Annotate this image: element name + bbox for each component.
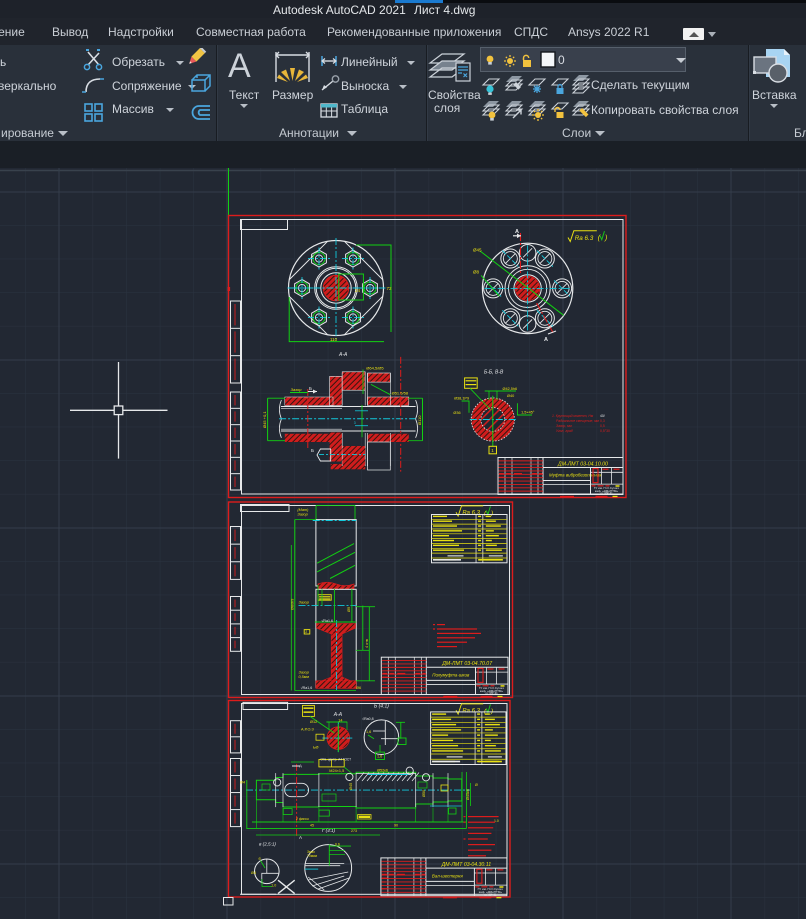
svg-text:1,6: 1,6 — [377, 755, 382, 759]
svg-text:Отв. центр. А4 ГОСТ: Отв. центр. А4 ГОСТ — [320, 757, 351, 761]
svg-text:Радиальное смещение, мм: Радиальное смещение, мм — [556, 419, 600, 423]
svg-text:Ø: Ø — [475, 783, 478, 787]
svg-text:72: 72 — [387, 286, 393, 291]
svg-text:Г (4:1): Г (4:1) — [322, 828, 336, 833]
svg-text:ДМ-ЛМТ 03-04.30.11: ДМ-ЛМТ 03-04.30.11 — [441, 862, 492, 868]
svg-text:24: 24 — [355, 288, 361, 293]
svg-text:1,5×45°: 1,5×45° — [521, 411, 535, 415]
svg-text:1. Крутящий момент, Нм: 1. Крутящий момент, Нм — [552, 414, 594, 418]
svg-text:1,6: 1,6 — [366, 730, 371, 734]
svg-text:Ø45: Ø45 — [473, 248, 482, 253]
svg-text:Ø40: Ø40 — [507, 394, 514, 398]
svg-text:М24×1,5: М24×1,5 — [329, 769, 344, 773]
svg-text:Вал-шестерня: Вал-шестерня — [432, 874, 463, 879]
svg-text:√Ra0,8: √Ra0,8 — [362, 717, 374, 721]
svg-text:Ra 6.3: Ra 6.3 — [462, 510, 480, 516]
svg-text:Зазор: Зазор — [299, 671, 309, 675]
svg-text:Зазор: Зазор — [291, 387, 303, 392]
svg-text:0,6: 0,6 — [335, 843, 340, 847]
svg-text:110: 110 — [330, 337, 338, 342]
svg-text:гр. МР-31: гр. МР-31 — [600, 491, 613, 495]
svg-text:1,0: 1,0 — [271, 884, 276, 888]
svg-text:Зазор, мм: Зазор, мм — [556, 424, 572, 428]
svg-text:Ø9: Ø9 — [347, 607, 351, 612]
svg-text:Ø6: Ø6 — [356, 686, 361, 690]
svg-text:Ra 6.3: Ra 6.3 — [575, 235, 594, 242]
svg-text:А.Р.О.З: А.Р.О.З — [301, 728, 314, 732]
svg-text:Зазор: Зазор — [299, 601, 309, 605]
svg-text:Ø42,5h6: Ø42,5h6 — [503, 387, 518, 391]
svg-text:Угол, град: Угол, град — [556, 429, 573, 433]
svg-text:Ø45: Ø45 — [349, 783, 353, 790]
svg-text:(Мат): (Мат) — [297, 508, 309, 512]
svg-text:Ø45 +0,1: Ø45 +0,1 — [262, 411, 267, 428]
svg-text:2: 2 — [305, 630, 307, 634]
svg-text:Ø36: Ø36 — [453, 411, 460, 415]
svg-text:А: А — [515, 229, 519, 235]
svg-text:ДМ-ЛМТ 03-04.70.07: ДМ-ЛМТ 03-04.70.07 — [441, 661, 493, 667]
svg-text:0,5°30: 0,5°30 — [600, 429, 610, 433]
svg-text:): ) — [604, 233, 607, 242]
svg-text:Зазор: Зазор — [297, 513, 307, 517]
svg-text:0,3: 0,3 — [600, 419, 605, 423]
svg-text:0,5мм: 0,5мм — [299, 675, 310, 679]
svg-text:Ø64,5/Ø5: Ø64,5/Ø5 — [366, 365, 384, 370]
svg-text:Ø45к6: Ø45к6 — [466, 789, 470, 800]
svg-text:√Ra1,6: √Ra1,6 — [321, 619, 333, 623]
svg-text:90: 90 — [394, 824, 398, 828]
svg-text:Ø8: Ø8 — [473, 270, 480, 275]
svg-text:А-А: А-А — [338, 352, 348, 358]
svg-text:Б: Б — [311, 448, 314, 453]
svg-text:2 фаски: 2 фаски — [295, 817, 309, 821]
svg-text:А: А — [299, 835, 302, 840]
svg-text:ЬØ: ЬØ — [313, 746, 318, 750]
svg-text:Ø52к6: Ø52к6 — [377, 769, 388, 773]
svg-text:Ø110: Ø110 — [417, 415, 422, 425]
svg-text:в (2,5:1): в (2,5:1) — [259, 842, 276, 847]
svg-text:А-А: А-А — [333, 712, 343, 718]
svg-text:4 отв: 4 отв — [365, 639, 369, 648]
svg-text:Б (4:1): Б (4:1) — [374, 704, 389, 710]
svg-text:гр. МР-31: гр. МР-31 — [484, 892, 497, 896]
svg-text:45: 45 — [310, 824, 314, 828]
svg-text:Б: Б — [309, 386, 312, 391]
svg-text:Полумуфта-шкив: Полумуфта-шкив — [432, 673, 470, 678]
svg-text:273: 273 — [351, 829, 357, 833]
svg-text:А: А — [544, 337, 548, 343]
svg-text:40/: 40/ — [600, 414, 605, 418]
svg-text:√Ra1,6: √Ra1,6 — [301, 686, 313, 690]
svg-text:А: А — [299, 764, 302, 769]
svg-text:Ø12: Ø12 — [310, 720, 317, 724]
svg-text:0,5: 0,5 — [600, 424, 605, 428]
svg-text:Ø80h9: Ø80h9 — [291, 599, 295, 610]
svg-text:Муфта вибробезопасная: Муфта вибробезопасная — [549, 473, 602, 478]
svg-text:гр. МР-31: гр. МР-31 — [485, 691, 498, 695]
svg-text:14: 14 — [338, 719, 342, 723]
svg-text:Ø51.5/58: Ø51.5/58 — [392, 391, 409, 396]
svg-text:Ø4: Ø4 — [240, 781, 245, 785]
svg-text:Ø50: Ø50 — [422, 790, 426, 797]
svg-text:Б-Б, В-В: Б-Б, В-В — [484, 370, 504, 376]
svg-text:ДМ-ЛМТ 03-04.10.00: ДМ-ЛМТ 03-04.10.00 — [557, 461, 608, 467]
svg-text:3: 3 — [354, 421, 356, 425]
svg-text:Ø4: Ø4 — [251, 871, 256, 875]
svg-text:70мкм: 70мкм — [307, 854, 318, 858]
svg-text:Ø38,1P9: Ø38,1P9 — [454, 397, 469, 401]
svg-text:): ) — [490, 708, 493, 715]
